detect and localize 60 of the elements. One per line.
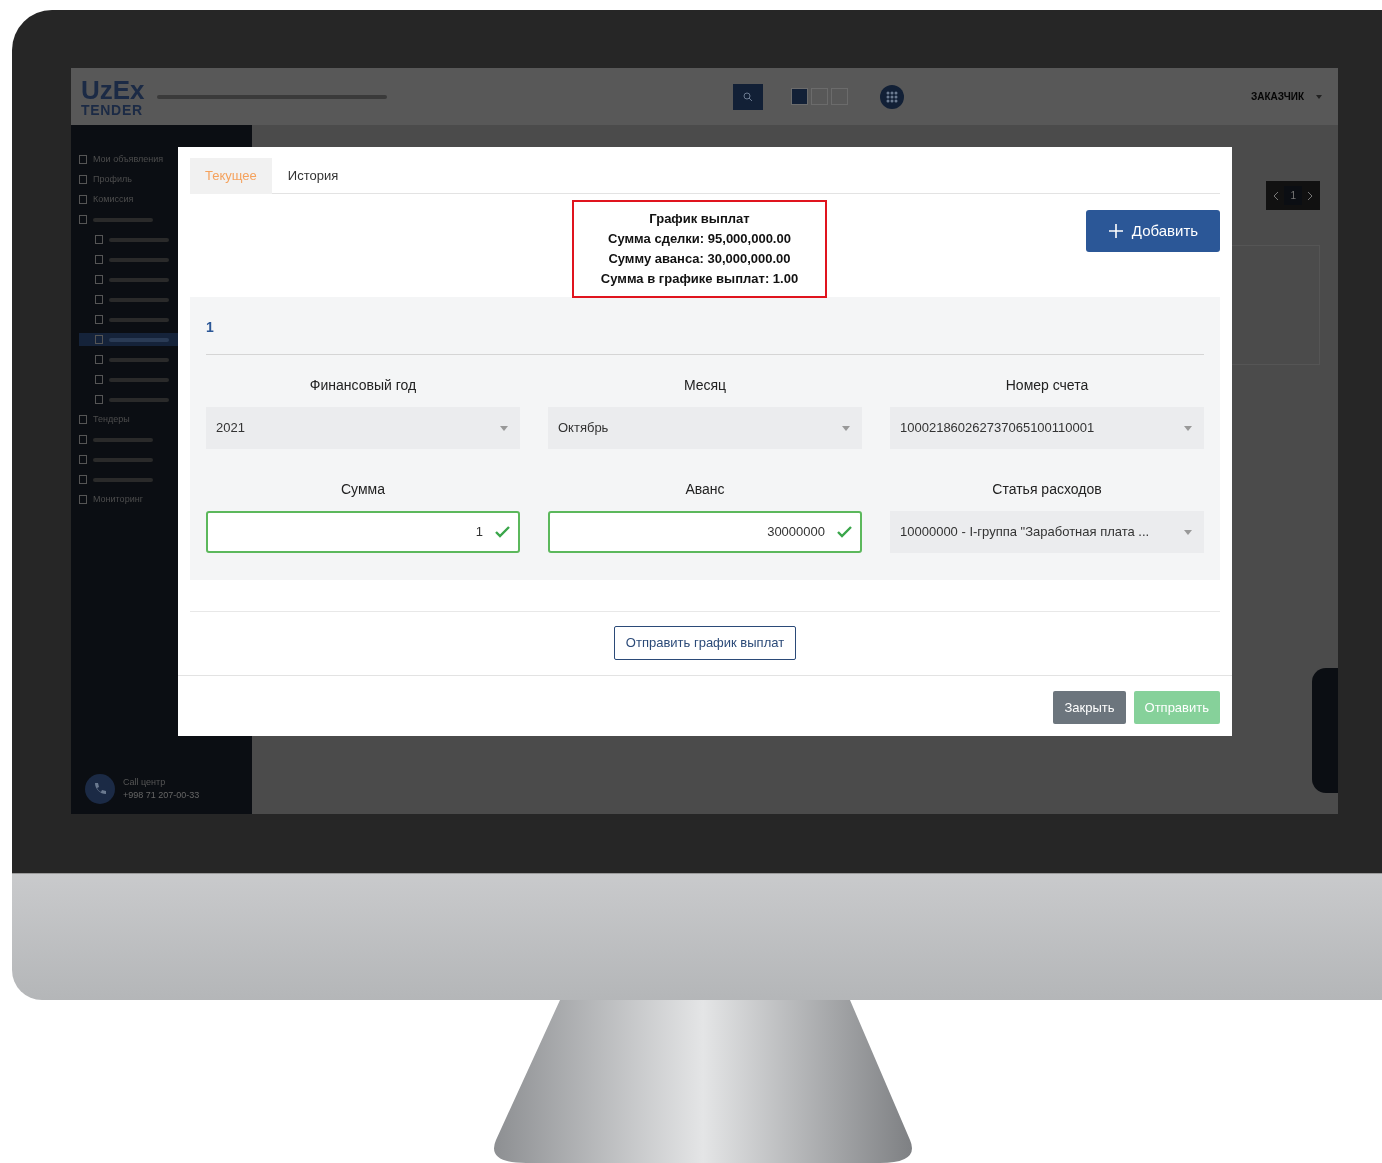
menu-item-icon	[95, 275, 103, 284]
menu-item-icon	[95, 255, 103, 264]
close-button[interactable]: Закрыть	[1053, 691, 1126, 724]
select-field[interactable]: 2021	[206, 407, 520, 449]
summary-line: Сумму аванса: 30,000,000.00	[608, 250, 791, 268]
check-icon	[495, 526, 510, 538]
input-field[interactable]: 30000000	[548, 511, 862, 553]
menu-item-icon	[95, 395, 103, 404]
summary-line: Сумма в графике выплат: 1.00	[600, 270, 799, 288]
menu-item-icon	[79, 215, 87, 224]
check-icon	[837, 526, 852, 538]
menu-item-icon	[95, 315, 103, 324]
menu-item-icon	[79, 455, 87, 464]
phone-number: +998 71 207-00-33	[123, 789, 200, 802]
menu-item-icon	[95, 375, 103, 384]
page-button[interactable]: 1	[1284, 186, 1302, 205]
menu-item-icon	[95, 355, 103, 364]
menu-item-icon	[79, 415, 87, 424]
menu-item-icon	[79, 495, 87, 504]
field-label: Финансовый год	[309, 376, 417, 395]
caret-icon	[1316, 94, 1322, 99]
field-label: Месяц	[683, 376, 727, 395]
logo-subtext: TENDER	[81, 102, 144, 117]
tab[interactable]: История	[271, 158, 355, 194]
select-field[interactable]: 10000000 - I-группа "Заработная плата ...	[890, 511, 1204, 553]
send-schedule-button[interactable]: Отправить график выплат	[613, 626, 797, 660]
previous-button[interactable]	[1272, 190, 1281, 201]
call-center-label: Call центр	[123, 775, 167, 789]
field-label: Сумма	[341, 480, 385, 499]
field-label: Статья расходов	[992, 480, 1102, 499]
user-menu[interactable]: ЗАКАЗЧИК	[1251, 89, 1304, 104]
logo-text: UzEx	[81, 76, 145, 103]
search-icon	[743, 91, 754, 102]
field-label: Аванс	[685, 480, 725, 499]
phone-icon	[85, 774, 115, 804]
input-field[interactable]: 1	[206, 511, 520, 553]
menu-item-icon	[95, 295, 103, 304]
search-button[interactable]	[733, 83, 764, 110]
select-field[interactable]: Октябрь	[548, 407, 862, 449]
caret-icon	[1184, 425, 1192, 431]
add-button[interactable]: Добавить	[1086, 210, 1220, 252]
language-button[interactable]	[791, 88, 809, 105]
menu-item-icon	[95, 335, 103, 344]
menu-item-icon	[95, 235, 103, 244]
field-label: Номер счета	[1005, 376, 1089, 395]
menu-item-icon	[79, 195, 87, 204]
section-number: 1	[206, 318, 214, 337]
menu-item-icon	[79, 475, 87, 484]
caret-icon	[1184, 529, 1192, 535]
menu-item-icon	[79, 435, 87, 444]
caret-icon	[500, 425, 508, 431]
apps-grid-icon[interactable]	[880, 84, 905, 109]
menu-item-icon	[79, 155, 87, 164]
plus-icon	[1107, 223, 1124, 239]
caret-icon	[842, 425, 850, 431]
next-button[interactable]	[1306, 190, 1314, 201]
summary-title: График выплат	[649, 210, 750, 228]
summary-line: Сумма сделки: 95,000,000.00	[608, 230, 791, 248]
select-field[interactable]: 100021860262737065100110001	[890, 407, 1204, 449]
menu-item-icon	[79, 175, 87, 184]
